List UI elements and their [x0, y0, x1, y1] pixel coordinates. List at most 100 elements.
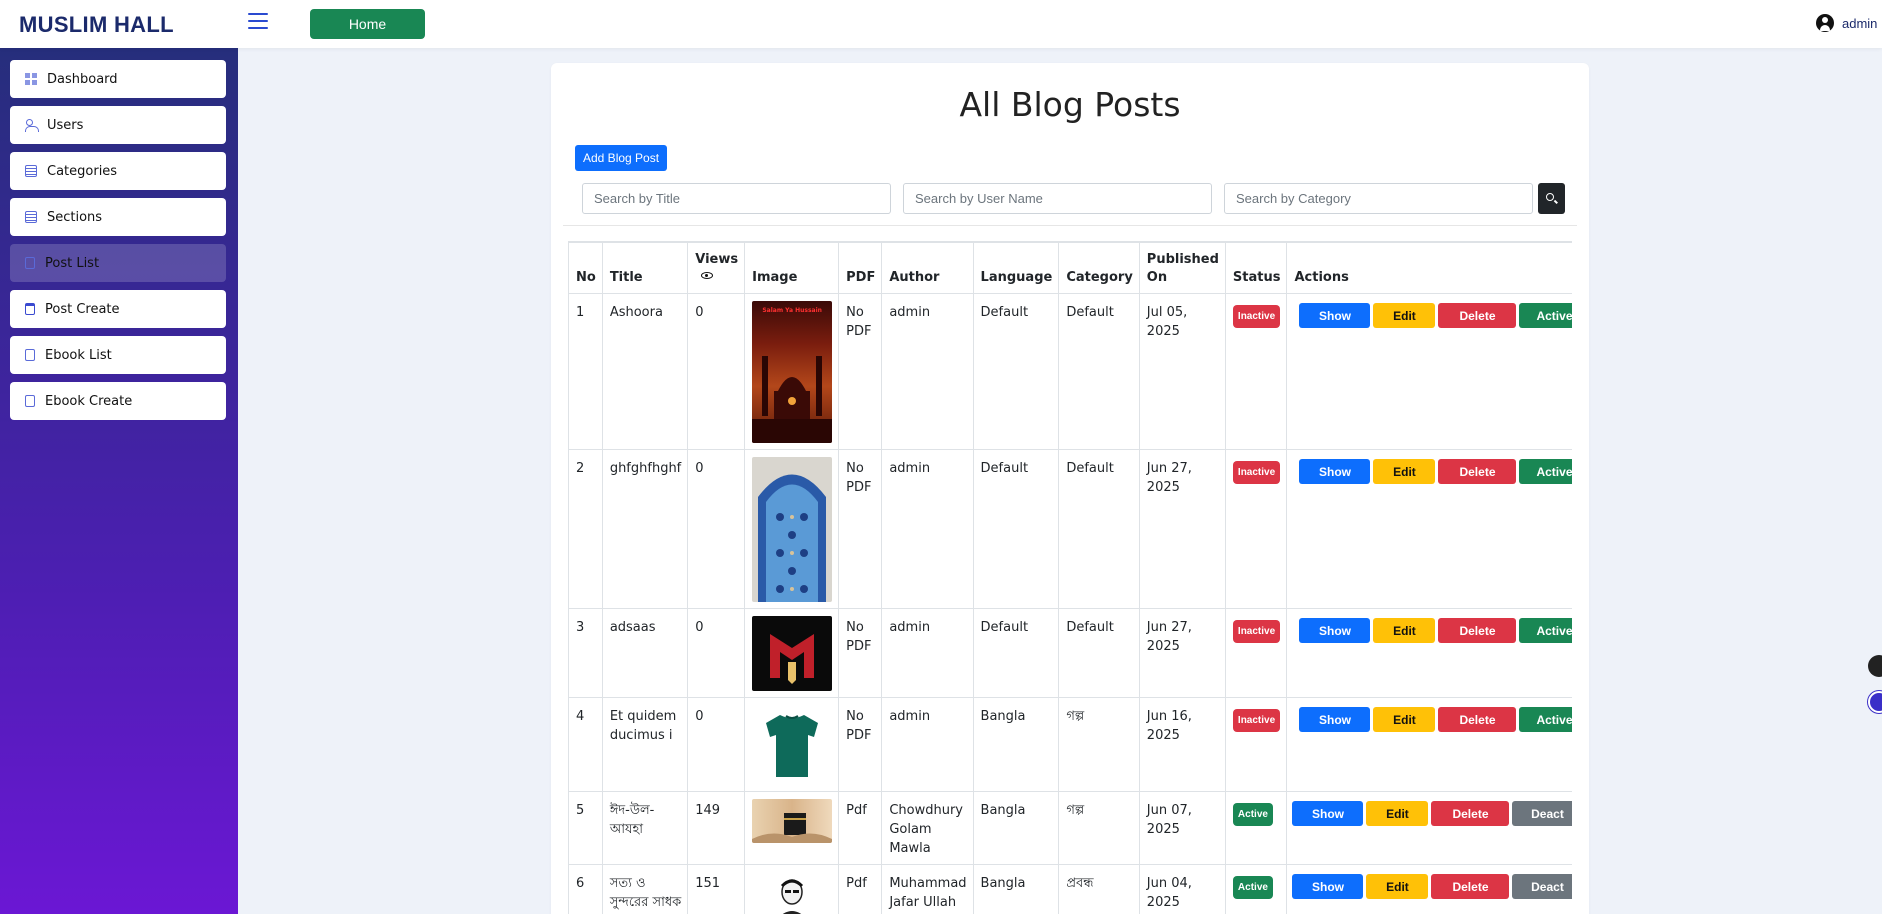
user-circle-icon: [1816, 14, 1834, 32]
delete-button[interactable]: Delete: [1431, 801, 1510, 826]
cell-published: Jul 05, 2025: [1138, 293, 1226, 450]
kaaba-painting-image: [752, 813, 833, 843]
delete-button[interactable]: Delete: [1431, 874, 1510, 899]
search-button[interactable]: [1538, 183, 1565, 214]
search-user-input[interactable]: [903, 183, 1212, 214]
search-category-input[interactable]: [1224, 183, 1533, 214]
floating-widget-icon[interactable]: [1868, 655, 1882, 677]
col-header-published-line1: Published: [1146, 252, 1219, 267]
cell-category: গল্প: [1058, 791, 1140, 865]
cell-views: 0: [687, 608, 746, 698]
cell-title: Et quidem ducimus i: [601, 697, 689, 792]
cell-pdf: Pdf: [838, 864, 883, 914]
post-thumbnail-tshirt: [752, 705, 833, 785]
floating-assistant-icon[interactable]: [1868, 691, 1882, 713]
edit-button[interactable]: Edit: [1373, 618, 1436, 643]
cell-views: 0: [687, 697, 746, 792]
cell-published: Jun 27, 2025: [1138, 608, 1226, 698]
list-icon: [25, 165, 37, 177]
cell-author: Chowdhury Golam Mawla: [881, 791, 974, 865]
search-icon: [1546, 193, 1554, 201]
content-card: All Blog Posts Add Blog Post No Title Vi…: [551, 63, 1589, 914]
delete-button[interactable]: Delete: [1438, 707, 1517, 732]
cell-no: 5: [568, 791, 603, 865]
cell-image: [744, 791, 840, 865]
user-name: admin: [1842, 15, 1878, 31]
show-button[interactable]: Show: [1299, 618, 1371, 643]
sidebar-item-post-create[interactable]: Post Create: [10, 290, 226, 328]
green-tshirt-image: [766, 715, 819, 777]
edit-button[interactable]: Edit: [1373, 303, 1436, 328]
col-header-views: Views: [687, 241, 746, 294]
cell-views: 0: [687, 293, 746, 450]
post-thumbnail-portrait: [752, 872, 833, 914]
post-thumbnail-tiled-arch: [752, 457, 833, 602]
divider: [563, 225, 1577, 226]
sidebar-item-label: Categories: [47, 163, 118, 179]
activate-button[interactable]: Active: [1519, 303, 1572, 328]
delete-button[interactable]: Delete: [1438, 459, 1517, 484]
status-badge: Active: [1232, 876, 1273, 899]
add-blog-post-button[interactable]: Add Blog Post: [575, 145, 668, 171]
status-badge: Inactive: [1232, 461, 1281, 484]
show-button[interactable]: Show: [1299, 459, 1371, 484]
home-button[interactable]: Home: [310, 9, 425, 39]
edit-button[interactable]: Edit: [1366, 874, 1429, 899]
search-title-input[interactable]: [582, 183, 891, 214]
sidebar-item-dashboard[interactable]: Dashboard: [10, 60, 226, 98]
show-button[interactable]: Show: [1292, 874, 1364, 899]
sidebar-item-label: Post List: [45, 255, 100, 271]
sidebar-item-ebook-create[interactable]: Ebook Create: [10, 382, 226, 420]
col-header-title: Title: [601, 241, 689, 294]
cell-no: 6: [568, 864, 603, 914]
activate-button[interactable]: Active: [1519, 707, 1572, 732]
cell-no: 1: [568, 293, 603, 450]
cell-author: admin: [881, 449, 974, 609]
sidebar-item-categories[interactable]: Categories: [10, 152, 226, 190]
sidebar-item-ebook-list[interactable]: Ebook List: [10, 336, 226, 374]
show-button[interactable]: Show: [1299, 707, 1371, 732]
cell-status: Inactive: [1224, 293, 1288, 450]
col-header-no: No: [568, 241, 603, 294]
activate-button[interactable]: Active: [1519, 459, 1572, 484]
edit-button[interactable]: Edit: [1366, 801, 1429, 826]
col-header-published: Published On: [1138, 241, 1226, 294]
cell-title: adsaas: [601, 608, 689, 698]
show-button[interactable]: Show: [1299, 303, 1371, 328]
mosque-silhouette-image: [752, 356, 833, 443]
cell-language: Bangla: [972, 791, 1060, 865]
cell-actions: Show Edit Delete Deact: [1286, 791, 1572, 865]
users-icon: [25, 119, 39, 132]
book-add-icon: [25, 395, 35, 407]
cell-author: admin: [881, 293, 974, 450]
cell-no: 3: [568, 608, 603, 698]
cell-views: 149: [687, 791, 746, 865]
cell-no: 4: [568, 697, 603, 792]
edit-button[interactable]: Edit: [1373, 459, 1436, 484]
deactivate-button[interactable]: Deact: [1512, 801, 1572, 826]
col-header-language: Language: [972, 241, 1060, 294]
cell-language: Default: [972, 608, 1060, 698]
sidebar-item-sections[interactable]: Sections: [10, 198, 226, 236]
brand-logo-text[interactable]: MUSLIM HALL: [19, 12, 174, 38]
document-icon: [25, 257, 35, 269]
activate-button[interactable]: Active: [1519, 618, 1572, 643]
sidebar-item-post-list[interactable]: Post List: [10, 244, 226, 282]
table-row: 3 adsaas 0 No PDF admin Default Default …: [568, 608, 1572, 698]
show-button[interactable]: Show: [1292, 801, 1364, 826]
user-menu[interactable]: admin: [1816, 14, 1882, 32]
delete-button[interactable]: Delete: [1438, 618, 1517, 643]
cell-category: Default: [1058, 608, 1140, 698]
delete-button[interactable]: Delete: [1438, 303, 1517, 328]
cell-category: প্রবন্ধ: [1058, 864, 1140, 914]
col-header-image: Image: [744, 241, 840, 294]
cell-actions: Show Edit Delete Active: [1286, 608, 1572, 698]
status-badge: Inactive: [1232, 305, 1281, 328]
cell-category: গল্প: [1058, 697, 1140, 792]
cell-image: Salam Ya Hussain: [744, 293, 840, 450]
deactivate-button[interactable]: Deact: [1512, 874, 1572, 899]
sidebar-item-users[interactable]: Users: [10, 106, 226, 144]
hamburger-menu-icon[interactable]: [248, 13, 268, 31]
edit-button[interactable]: Edit: [1373, 707, 1436, 732]
cell-image: [744, 449, 840, 609]
